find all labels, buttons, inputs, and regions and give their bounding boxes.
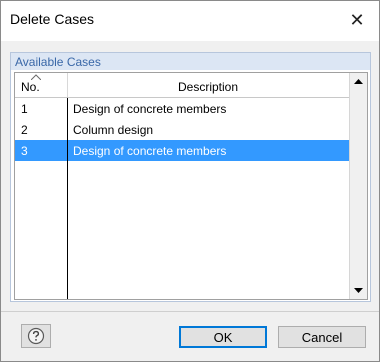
cancel-button[interactable]: Cancel: [278, 326, 366, 348]
column-header-no[interactable]: No.: [15, 73, 68, 97]
table-row[interactable]: 2 Column design: [15, 119, 349, 140]
available-cases-group: Available Cases No. Description 1 Design…: [10, 52, 371, 302]
row-description: Column design: [73, 123, 154, 137]
table-row-selected[interactable]: 3 Design of concrete members: [15, 140, 349, 161]
scroll-down-arrow-icon: [354, 288, 363, 293]
scroll-up-button[interactable]: [350, 73, 367, 90]
row-number: 2: [21, 123, 28, 137]
row-number: 1: [21, 102, 28, 116]
group-header: Available Cases: [11, 53, 370, 70]
close-icon: ✕: [349, 9, 365, 30]
cases-table: No. Description 1 Design of concrete mem…: [14, 72, 368, 300]
help-button[interactable]: [21, 324, 51, 348]
ok-button[interactable]: OK: [179, 326, 267, 348]
column-header-description[interactable]: Description: [67, 80, 349, 94]
dialog-title: Delete Cases: [10, 11, 95, 27]
close-button[interactable]: ✕: [335, 1, 379, 39]
help-icon: [27, 327, 45, 345]
row-description: Design of concrete members: [73, 102, 227, 116]
table-body: 1 Design of concrete members 2 Column de…: [15, 98, 349, 161]
scroll-down-button[interactable]: [350, 282, 367, 299]
delete-cases-dialog: Delete Cases ✕ Available Cases No. Descr…: [0, 0, 380, 362]
scroll-up-arrow-icon: [354, 79, 363, 84]
table-row[interactable]: 1 Design of concrete members: [15, 98, 349, 119]
footer-divider: [1, 311, 379, 312]
row-description: Design of concrete members: [73, 144, 227, 158]
column-header-no-label: No.: [21, 80, 40, 94]
vertical-scrollbar[interactable]: [349, 73, 367, 299]
group-title: Available Cases: [15, 55, 101, 69]
row-number: 3: [21, 144, 28, 158]
title-bar: Delete Cases ✕: [1, 1, 379, 41]
table-header: No. Description: [15, 73, 349, 98]
column-divider: [67, 98, 68, 299]
